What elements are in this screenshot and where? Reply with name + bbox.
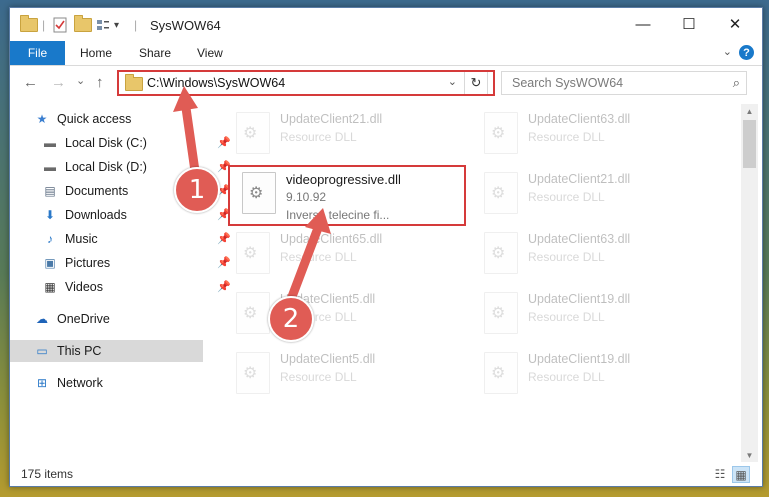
step-1-badge: 1 bbox=[174, 167, 220, 213]
step-2-badge: 2 bbox=[268, 296, 314, 342]
annotation-arrows bbox=[173, 86, 331, 307]
